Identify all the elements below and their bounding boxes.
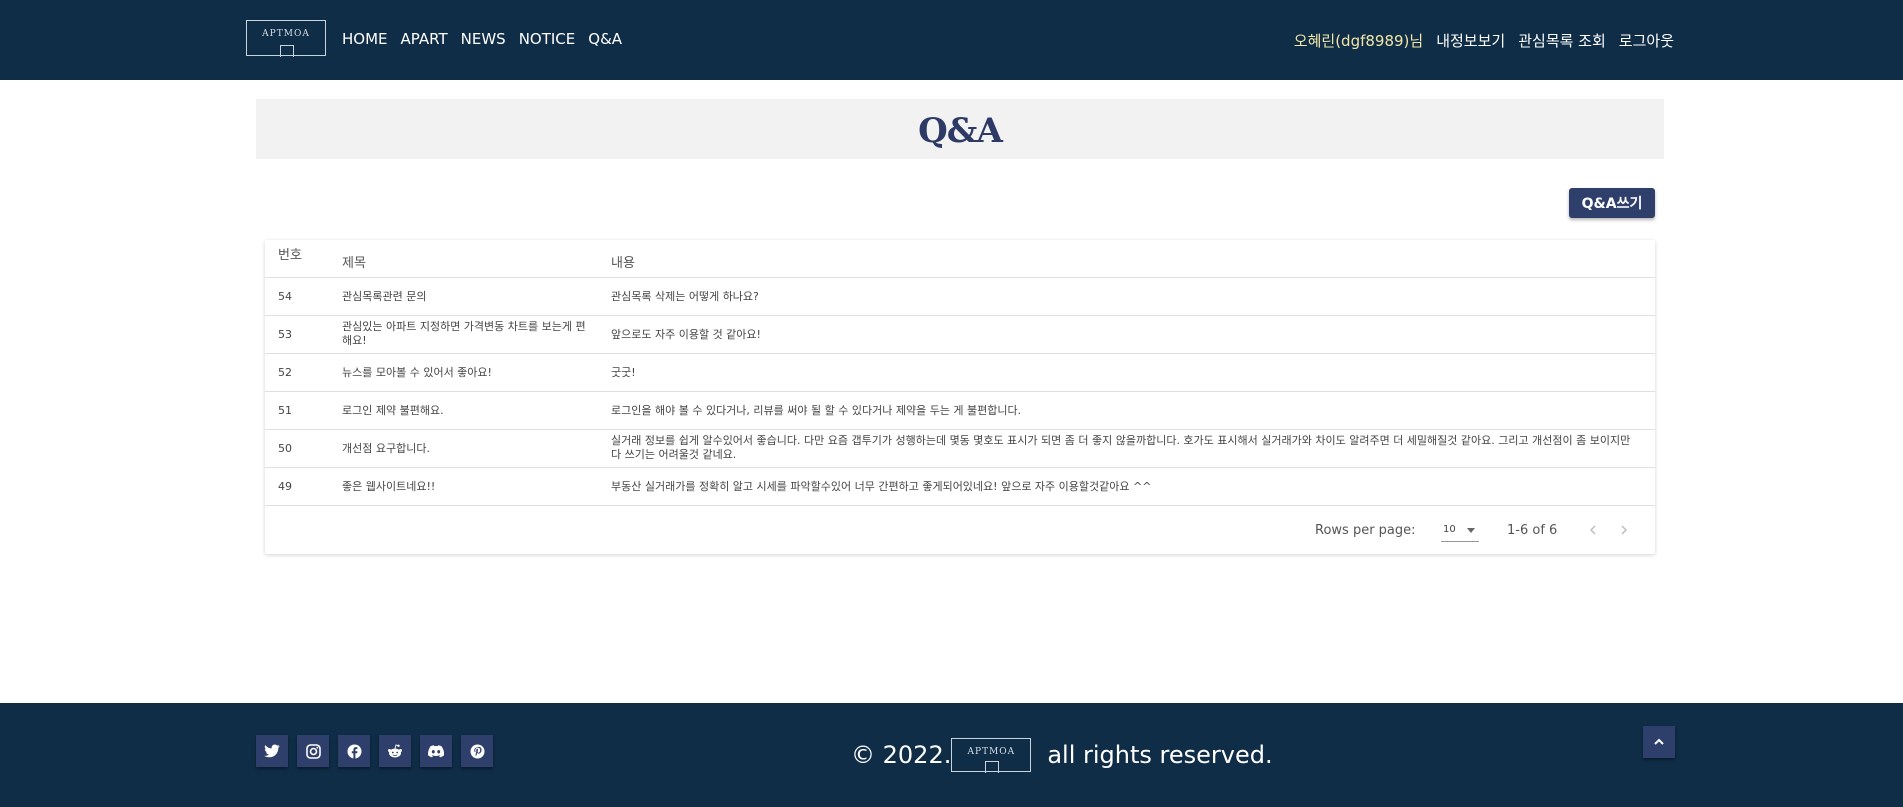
facebook-icon[interactable] (338, 735, 370, 767)
scroll-top-button[interactable] (1643, 726, 1675, 758)
logo-house-icon (985, 761, 1000, 773)
discord-icon[interactable] (420, 735, 452, 767)
header-title[interactable]: 제목 (342, 252, 366, 271)
row-title: 관심있는 아파트 지정하면 가격변동 차트를 보는게 편해요! (342, 320, 586, 347)
user-nav: 오혜린(dgf8989)님 내정보보기 관심목록 조회 로그아웃 (1281, 30, 1674, 51)
chevron-left-icon (1590, 525, 1596, 535)
row-content: 부동산 실거래가를 정확히 알고 시세를 파악할수있어 너무 간편하고 좋게되어… (611, 480, 1152, 493)
rows-per-page-select[interactable]: 10 (1441, 520, 1479, 542)
nav-home[interactable]: HOME (342, 30, 388, 48)
row-title: 개선점 요구합니다. (342, 442, 430, 455)
next-page-button[interactable] (1614, 520, 1634, 540)
favorites-link[interactable]: 관심목록 조회 (1518, 30, 1606, 51)
footer-logo-text: APTMOA (967, 747, 1016, 757)
instagram-icon[interactable] (297, 735, 329, 767)
nav-news[interactable]: NEWS (461, 30, 506, 48)
footer: © 2022. APTMOA all rights reserved. (0, 703, 1903, 807)
top-header: APTMOA HOME APART NEWS NOTICE Q&A 오혜린(dg… (0, 0, 1903, 80)
user-name: 오혜린(dgf8989)님 (1293, 32, 1424, 50)
page-title: Q&A (918, 111, 1003, 151)
caret-down-icon (1467, 528, 1475, 533)
table-header: 번호 제목 내용 (265, 240, 1655, 278)
logo-house-icon (280, 45, 294, 57)
table-row[interactable]: 53 관심있는 아파트 지정하면 가격변동 차트를 보는게 편해요! 앞으로도 … (265, 316, 1655, 354)
row-title: 뉴스를 모아볼 수 있어서 좋아요! (342, 366, 492, 379)
header-number[interactable]: 번호 (278, 244, 302, 263)
site-logo[interactable]: APTMOA (246, 20, 326, 57)
my-info-link[interactable]: 내정보보기 (1436, 30, 1505, 51)
reddit-icon[interactable] (379, 735, 411, 767)
table-row[interactable]: 52 뉴스를 모아볼 수 있어서 좋아요! 굿굿! (265, 354, 1655, 392)
row-title: 관심목록관련 문의 (342, 290, 427, 303)
chevron-up-icon (1654, 738, 1664, 745)
row-number: 49 (278, 480, 292, 493)
row-title: 좋은 웹사이트네요!! (342, 480, 436, 493)
pinterest-icon[interactable] (461, 735, 493, 767)
prev-page-button[interactable] (1583, 520, 1603, 540)
twitter-icon[interactable] (256, 735, 288, 767)
table-pagination: Rows per page: 10 1-6 of 6 (265, 508, 1655, 554)
table-row[interactable]: 51 로그인 제약 불편해요. 로그인을 해야 볼 수 있다거나, 리뷰를 써야… (265, 392, 1655, 430)
rows-per-page-label: Rows per page: (1315, 523, 1416, 538)
page-range: 1-6 of 6 (1507, 523, 1558, 538)
main-nav: HOME APART NEWS NOTICE Q&A (342, 30, 635, 48)
nav-notice[interactable]: NOTICE (519, 30, 576, 48)
row-number: 54 (278, 290, 292, 303)
qna-table: 번호 제목 내용 54 관심목록관련 문의 관심목록 삭제는 어떻게 하나요? … (265, 240, 1655, 554)
row-number: 53 (278, 328, 292, 341)
write-qna-button[interactable]: Q&A쓰기 (1569, 188, 1655, 218)
copyright: © 2022. APTMOA all rights reserved. (851, 738, 1273, 773)
row-content: 굿굿! (611, 366, 636, 379)
table-row[interactable]: 50 개선점 요구합니다. 실거래 정보를 쉽게 알수있어서 좋습니다. 다만 … (265, 430, 1655, 468)
copyright-suffix: all rights reserved. (1047, 741, 1273, 769)
row-number: 51 (278, 404, 292, 417)
nav-qna[interactable]: Q&A (588, 30, 622, 48)
row-number: 52 (278, 366, 292, 379)
logo-text: APTMOA (262, 29, 310, 39)
header-content[interactable]: 내용 (611, 252, 635, 271)
title-banner: Q&A (256, 99, 1664, 159)
rows-per-page-value: 10 (1443, 524, 1456, 535)
row-number: 50 (278, 442, 292, 455)
table-row[interactable]: 49 좋은 웹사이트네요!! 부동산 실거래가를 정확히 알고 시세를 파악할수… (265, 468, 1655, 506)
row-content: 실거래 정보를 쉽게 알수있어서 좋습니다. 다만 요즘 갭투기가 성행하는데 … (611, 434, 1631, 461)
row-content: 관심목록 삭제는 어떻게 하나요? (611, 290, 759, 303)
logout-link[interactable]: 로그아웃 (1619, 30, 1674, 51)
chevron-right-icon (1621, 525, 1627, 535)
social-links (256, 735, 502, 767)
row-content: 앞으로도 자주 이용할 것 같아요! (611, 328, 761, 341)
table-row[interactable]: 54 관심목록관련 문의 관심목록 삭제는 어떻게 하나요? (265, 278, 1655, 316)
copyright-prefix: © 2022. (851, 741, 952, 769)
footer-logo: APTMOA (951, 738, 1032, 773)
row-content: 로그인을 해야 볼 수 있다거나, 리뷰를 써야 될 할 수 있다거나 제약을 … (611, 404, 1022, 417)
nav-apart[interactable]: APART (401, 30, 448, 48)
row-title: 로그인 제약 불편해요. (342, 404, 444, 417)
